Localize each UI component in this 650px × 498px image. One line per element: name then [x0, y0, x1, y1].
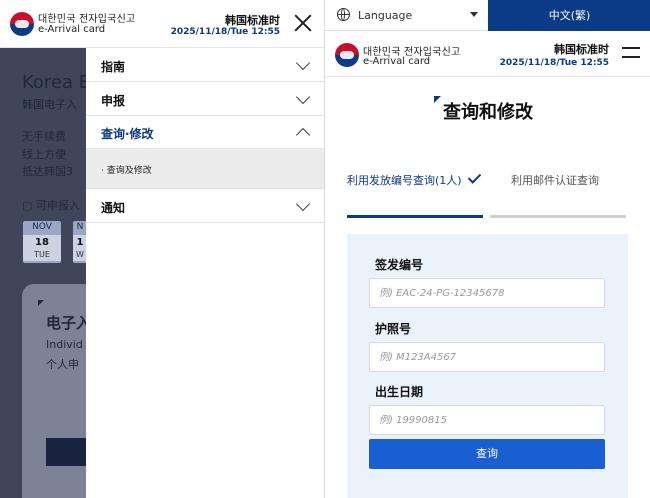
korea-emblem-icon	[335, 43, 359, 67]
hamburger-menu-icon[interactable]	[622, 47, 640, 59]
calendar-day-number: 1	[76, 237, 84, 248]
right-header: 대한민국 전자입국신고 e-Arrival card 韩国标准时 2025/11…	[325, 31, 650, 77]
passport-number-input[interactable]	[369, 342, 605, 372]
inquiry-form: 签发编号 护照号 出生日期 查询	[347, 234, 628, 498]
submenu-item-inquiry-modify[interactable]: · 查询及修改	[101, 163, 152, 176]
menu-item-label: 查询·修改	[101, 127, 154, 141]
chevron-down-icon	[295, 89, 311, 105]
menu-item-guide[interactable]: 指南	[86, 48, 324, 82]
bg-hero-title: Korea E	[22, 72, 91, 93]
menu-item-notice[interactable]: 通知	[86, 189, 324, 223]
globe-icon	[337, 8, 350, 21]
card-line-2: 个人申	[46, 358, 79, 371]
submenu-area: · 查询及修改	[86, 149, 324, 189]
birth-date-label: 出生日期	[375, 385, 424, 399]
card-corner-mark	[38, 300, 44, 306]
calendar-day-number: 18	[35, 237, 49, 248]
left-header: 대한민국 전자입국신고 e-Arrival card 韩国标准时 2025/11…	[0, 0, 324, 48]
menu-item-label: 申报	[101, 94, 126, 108]
screenshot-root: Korea E 韩国电子入 无手续费 线上方便 抵达韩国3 ▢ 可申报入 NOV…	[0, 0, 650, 498]
chevron-down-icon	[295, 196, 311, 212]
checkmark-icon	[467, 170, 482, 184]
caret-down-icon[interactable]	[470, 12, 478, 17]
calendar-date-nov-18: NOV 18 TUE	[23, 221, 61, 263]
passport-number-label: 护照号	[375, 322, 412, 336]
timezone-datetime: 2025/11/18/Tue 12:55	[499, 58, 609, 68]
close-menu-icon[interactable]	[292, 12, 314, 34]
calendar-weekday: TUE	[34, 250, 50, 259]
language-select[interactable]: Language	[358, 9, 412, 22]
logo-english-text: e-Arrival card	[38, 24, 106, 35]
issue-number-input[interactable]	[369, 278, 605, 308]
calendar-month: N	[76, 222, 84, 232]
menu-item-declare[interactable]: 申报	[86, 82, 324, 116]
card-title: 电子入	[46, 314, 92, 332]
right-panel: Language 中文(繁) 대한민국 전자입국신고 e-Arrival car…	[324, 0, 650, 498]
language-bar: Language 中文(繁)	[325, 0, 650, 31]
inquiry-submit-button[interactable]: 查询	[369, 439, 605, 469]
logo-english-text: e-Arrival card	[363, 56, 431, 67]
title-corner-mark	[434, 96, 441, 103]
tab-label: 利用邮件认证查询	[511, 174, 599, 187]
calendar-weekday: W	[76, 250, 84, 259]
tab-issue-number-inquiry[interactable]: 利用发放编号查询(1人)	[347, 168, 483, 218]
bg-feature-3: 抵达韩国3	[22, 165, 73, 178]
korea-emblem-icon	[10, 12, 34, 36]
menu-item-label: 通知	[101, 201, 126, 215]
left-panel: Korea E 韩国电子入 无手续费 线上方便 抵达韩国3 ▢ 可申报入 NOV…	[0, 0, 324, 498]
card-action-button[interactable]	[46, 438, 86, 466]
issue-number-label: 签发编号	[375, 258, 424, 272]
bg-feature-2: 线上方便	[22, 148, 66, 161]
timezone-label: 韩国标准时	[225, 14, 280, 27]
timezone-datetime: 2025/11/18/Tue 12:55	[170, 27, 280, 37]
calendar-month: NOV	[32, 222, 52, 232]
tab-email-auth-inquiry[interactable]: 利用邮件认证查询	[490, 168, 626, 218]
menu-item-label: 指南	[101, 60, 126, 74]
page-title: 查询和修改	[443, 102, 533, 123]
chevron-down-icon	[295, 55, 311, 71]
logo-korean-text: 대한민국 전자입국신고	[38, 14, 136, 25]
nav-menu-drawer: 指南 申报 查询·修改 · 查询及修改 通知	[86, 48, 324, 498]
menu-item-inquiry-modify[interactable]: 查询·修改	[86, 115, 324, 149]
chevron-up-icon	[295, 127, 311, 143]
bg-can-apply-text: ▢ 可申报入	[22, 199, 80, 212]
language-current-button[interactable]: 中文(繁)	[488, 0, 650, 31]
tab-label: 利用发放编号查询(1人)	[347, 174, 462, 187]
card-line-1: Individ	[46, 338, 83, 351]
timezone-label: 韩国标准时	[554, 43, 609, 56]
calendar-date-next: N 1 W	[73, 221, 87, 263]
bg-hero-subtitle: 韩国电子入	[22, 98, 77, 111]
bg-feature-1: 无手续费	[22, 130, 66, 143]
birth-date-input[interactable]	[369, 405, 605, 435]
